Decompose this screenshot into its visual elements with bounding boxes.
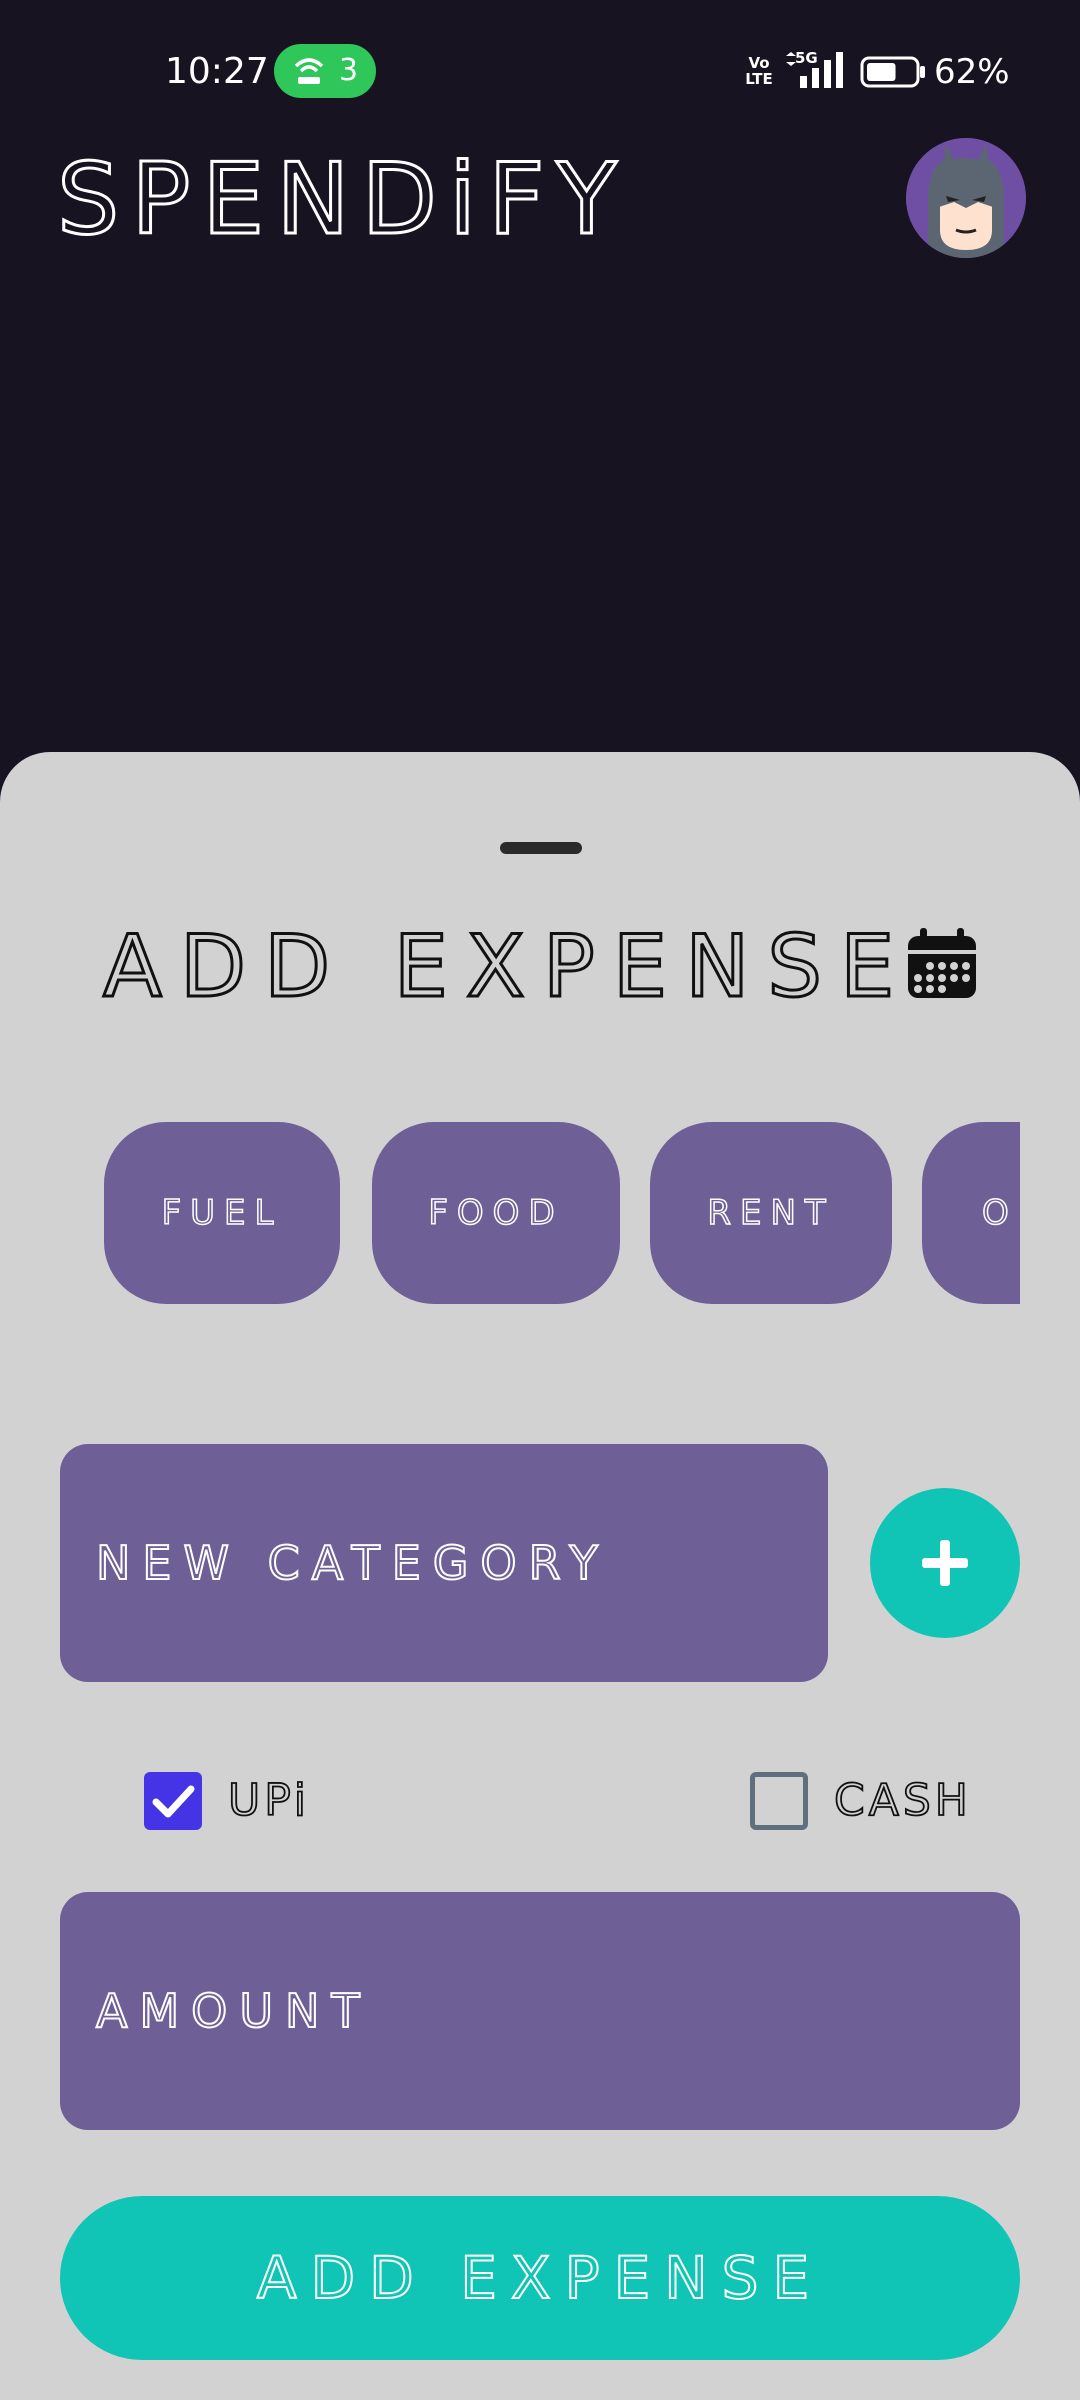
cash-label: CASH	[833, 1774, 972, 1827]
volte-indicator: Vo LTE	[745, 54, 773, 88]
hotspot-count: 3	[339, 53, 359, 88]
category-chip-other[interactable]: O	[922, 1122, 1020, 1304]
battery-icon	[860, 56, 925, 88]
calendar-icon[interactable]	[906, 928, 978, 1000]
upi-label: UPi	[227, 1774, 310, 1827]
status-bar: 10:27 3 Vo LTE 5G 62%	[0, 0, 1080, 140]
sheet-title: ADD EXPENSE	[101, 916, 913, 1019]
battery-percent: 62%	[934, 52, 1010, 92]
add-category-button[interactable]	[870, 1488, 1020, 1638]
hotspot-indicator: 3	[274, 44, 376, 98]
drag-handle[interactable]	[500, 842, 582, 854]
status-time: 10:27	[165, 51, 269, 92]
hotspot-icon	[294, 58, 324, 84]
cash-checkbox[interactable]	[750, 1772, 808, 1830]
category-chip-list[interactable]: FUEL FOOD RENT O	[104, 1122, 1020, 1304]
add-expense-sheet: ADD EXPENSE FUEL FOOD RENT O NEW CATEGOR…	[0, 752, 1080, 2400]
upi-checkbox[interactable]	[144, 1772, 202, 1830]
category-chip-fuel[interactable]: FUEL	[104, 1122, 340, 1304]
amount-input[interactable]: AMOUNT	[60, 1892, 1020, 2130]
signal-strength-icon	[786, 52, 843, 88]
app-title: SPENDiFY	[55, 142, 629, 259]
user-avatar[interactable]	[906, 138, 1026, 258]
new-category-input[interactable]: NEW CATEGORY	[60, 1444, 828, 1682]
category-chip-food[interactable]: FOOD	[372, 1122, 620, 1304]
new-category-placeholder: NEW CATEGORY	[95, 1535, 610, 1591]
payment-method-row: UPi CASH	[0, 1772, 1080, 1834]
add-expense-button[interactable]: ADD EXPENSE	[60, 2196, 1020, 2360]
batman-avatar-icon	[906, 138, 1026, 258]
amount-placeholder: AMOUNT	[95, 1983, 372, 2039]
category-chip-rent[interactable]: RENT	[650, 1122, 892, 1304]
checkmark-icon	[152, 1785, 195, 1818]
plus-icon	[922, 1540, 968, 1586]
